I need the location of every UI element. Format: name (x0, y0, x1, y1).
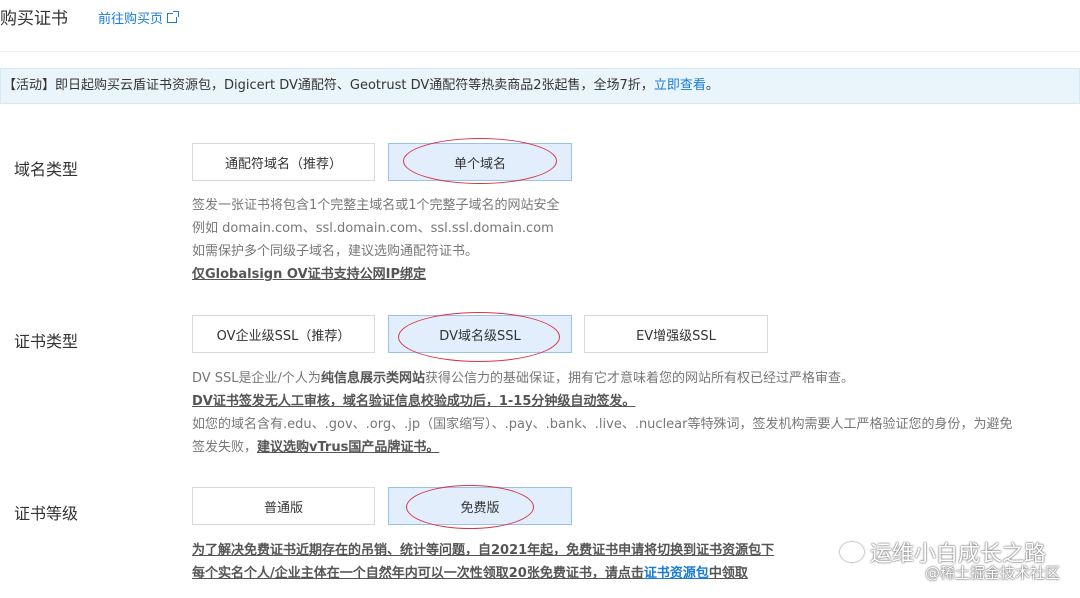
promo-banner: 【活动】即日起购买云盾证书资源包，Digicert DV通配符、Geotrust… (0, 68, 1080, 104)
promo-banner-text: 【活动】即日起购买云盾证书资源包，Digicert DV通配符、Geotrust… (3, 78, 654, 93)
go-to-purchase-label: 前往购买页 (98, 12, 164, 27)
page-title: 购买证书 (0, 9, 68, 29)
cert-desc-bold: 纯信息展示类网站 (320, 371, 425, 386)
cert-desc-text: DV SSL是企业/个人为 (192, 371, 321, 386)
option-dv-ssl[interactable]: DV域名级SSL (388, 315, 572, 353)
cert-desc-text: 签发失败， (192, 440, 258, 455)
free-cert-note-text: 中领取 (708, 566, 748, 581)
wechat-icon (839, 542, 864, 562)
domain-desc-line: 如需保护多个同级子域名，建议选购通配符证书。 (192, 244, 479, 259)
go-to-purchase-link[interactable]: 前往购买页 (98, 8, 180, 27)
cert-type-label: 证书类型 (14, 332, 79, 351)
cert-type-description: DV SSL是企业/个人为纯信息展示类网站获得公信力的基础保证，拥有它才意味着您… (192, 367, 1080, 459)
option-free-edition[interactable]: 免费版 (388, 487, 572, 525)
cert-desc-line-4: 签发失败，建议选购vTrus国产品牌证书。 (192, 436, 1080, 459)
header-divider (0, 51, 1080, 52)
promo-banner-suffix: 。 (705, 78, 719, 93)
cert-desc-line-2: DV证书签发无人工审核，域名验证信息校验成功后，1-15分钟级自动签发。 (192, 394, 636, 409)
option-ev-ssl[interactable]: EV增强级SSL (584, 315, 768, 353)
promo-view-now-link[interactable]: 立即查看 (654, 78, 706, 93)
domain-desc-line: 例如 domain.com、ssl.domain.com、ssl.ssl.dom… (192, 221, 554, 236)
option-wildcard-domain[interactable]: 通配符域名（推荐） (192, 143, 375, 181)
free-cert-note-text: 每个实名个人/企业主体在一个自然年内可以一次性领取20张免费证书，请点击 (192, 566, 644, 581)
domain-desc-line: 签发一张证书将包含1个完整主域名或1个完整子域名的网站安全 (192, 198, 560, 213)
domain-type-label: 域名类型 (14, 160, 79, 179)
domain-desc-ip-note: 仅Globalsign OV证书支持公网IP绑定 (192, 267, 427, 282)
option-ov-ssl[interactable]: OV企业级SSL（推荐） (192, 315, 375, 353)
option-standard-edition[interactable]: 普通版 (192, 487, 375, 525)
cert-desc-text: 获得公信力的基础保证，拥有它才意味着您的网站所有权已经过严格审查。 (424, 371, 854, 386)
cert-desc-line-1: DV SSL是企业/个人为纯信息展示类网站获得公信力的基础保证，拥有它才意味着您… (192, 367, 1080, 390)
domain-type-description: 签发一张证书将包含1个完整主域名或1个完整子域名的网站安全 例如 domain.… (192, 194, 560, 286)
cert-level-label: 证书等级 (14, 504, 79, 523)
cert-desc-line-3: 如您的域名含有.edu、.gov、.org、.jp（国家缩写）、.pay、.ba… (192, 417, 1013, 432)
option-single-domain[interactable]: 单个域名 (388, 143, 572, 181)
watermark-sub: @稀土掘金技术社区 (924, 564, 1060, 582)
vtrus-suggestion-link[interactable]: 建议选购vTrus国产品牌证书。 (257, 440, 439, 455)
cert-resource-pack-link[interactable]: 证书资源包 (644, 566, 709, 581)
external-link-icon (167, 10, 180, 23)
